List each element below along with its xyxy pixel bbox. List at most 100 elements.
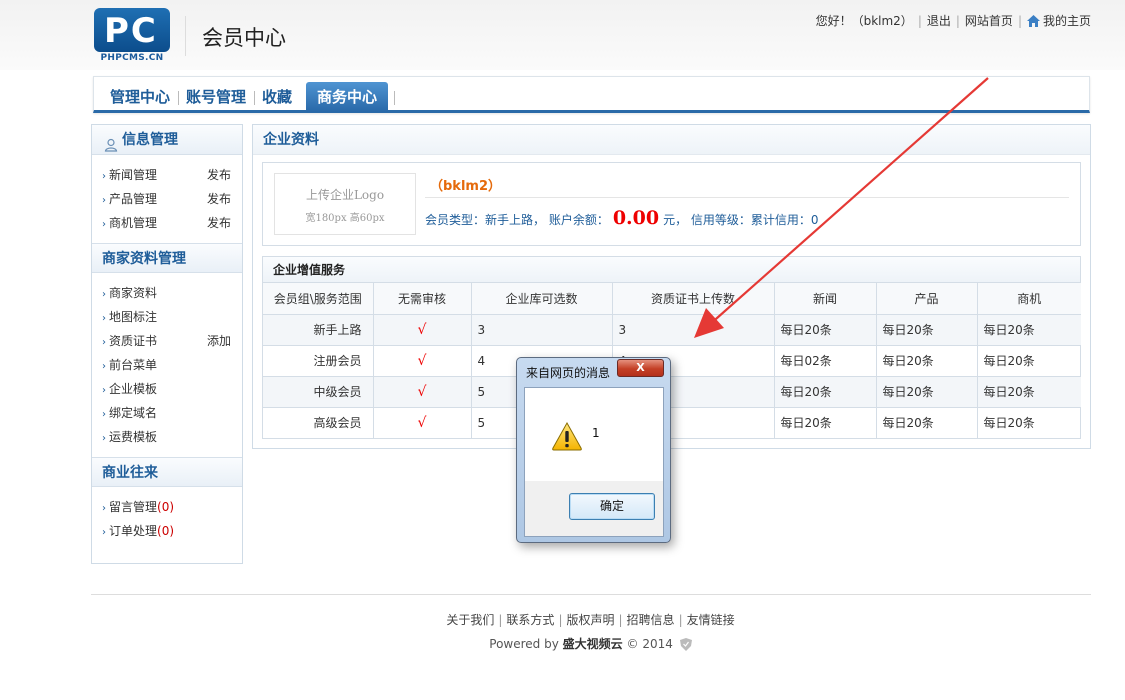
sidebar-item-company-profile[interactable]: › 商家资料 bbox=[102, 281, 242, 305]
logo-upload-placeholder[interactable]: 上传企业Logo 宽180px 高60px bbox=[274, 173, 416, 235]
sidebar-item-opportunities[interactable]: › 商机管理 发布 bbox=[102, 211, 242, 235]
check-mark: √ bbox=[372, 406, 472, 438]
count-badge: (0) bbox=[157, 524, 175, 538]
table-cell: 注册会员 bbox=[263, 344, 374, 377]
column-header: 企业库可选数 bbox=[470, 283, 613, 315]
table-cell: 每日20条 bbox=[875, 375, 978, 408]
logout-link[interactable]: 退出 bbox=[927, 12, 951, 29]
sidebar-section-title: 商家资料管理 bbox=[92, 243, 242, 273]
add-link[interactable]: 添加 bbox=[207, 329, 231, 353]
divider bbox=[388, 82, 396, 112]
chevron-right-icon: › bbox=[102, 385, 106, 396]
divider: | bbox=[955, 13, 960, 28]
sidebar-group-trade: › 留言管理(0) › 订单处理(0) bbox=[92, 487, 242, 551]
sidebar-item-map[interactable]: › 地图标注 bbox=[102, 305, 242, 329]
table-cell: 高级会员 bbox=[263, 406, 374, 438]
ok-button[interactable]: 确定 bbox=[569, 493, 655, 520]
powered-brand[interactable]: 盛大视频云 bbox=[563, 637, 623, 651]
nav-tab-account[interactable]: 账号管理 bbox=[178, 82, 256, 112]
footer-link-jobs[interactable]: 招聘信息 bbox=[627, 613, 675, 627]
footer-links: 关于我们 | 联系方式 | 版权声明 | 招聘信息 | 友情链接 bbox=[0, 611, 1125, 628]
logo-text: PHPCMS.CN bbox=[100, 53, 164, 63]
logo-mark: PC bbox=[94, 8, 170, 52]
arrow-head bbox=[694, 308, 724, 338]
sidebar-group-profile: › 商家资料 › 地图标注 › 资质证书 添加 › 前台菜单 › 企业模板 › 绑定域名 › 运… bbox=[92, 273, 242, 457]
column-header: 会员组\服务范围 bbox=[263, 283, 374, 315]
chevron-right-icon: › bbox=[102, 503, 106, 514]
powered-by: Powered by 盛大视频云 © 2014 bbox=[0, 635, 1125, 652]
dialog-footer: 确定 bbox=[525, 481, 663, 536]
table-row: 高级会员 √ 5 5 每日20条 每日20条 每日20条 bbox=[263, 406, 1081, 438]
chevron-right-icon: › bbox=[102, 409, 106, 420]
home-icon bbox=[1026, 15, 1040, 27]
user-bar: 您好！（bklm2） | 退出 | 网站首页 | 我的主页 bbox=[816, 12, 1091, 29]
nav-tab-favorites[interactable]: 收藏 bbox=[254, 82, 300, 112]
greeting-text: 您好！（bklm2） bbox=[815, 14, 913, 28]
chevron-right-icon: › bbox=[102, 313, 106, 324]
logo-upload-label: 上传企业Logo bbox=[305, 188, 385, 202]
close-button[interactable]: X bbox=[617, 359, 664, 377]
chevron-right-icon: › bbox=[102, 337, 106, 348]
chevron-right-icon: › bbox=[102, 527, 106, 538]
sidebar-section-title: 商业往来 bbox=[92, 457, 242, 487]
arrow-shaft bbox=[707, 77, 989, 327]
publish-link[interactable]: 发布 bbox=[207, 211, 231, 235]
sidebar-item-products[interactable]: › 产品管理 发布 bbox=[102, 187, 242, 211]
sidebar-item-domain[interactable]: › 绑定域名 bbox=[102, 401, 242, 425]
sidebar-item-certificates[interactable]: › 资质证书 添加 bbox=[102, 329, 242, 353]
dialog-body: 1 确定 bbox=[524, 387, 664, 537]
publish-link[interactable]: 发布 bbox=[207, 187, 231, 211]
sidebar-group-info: › 新闻管理 发布 › 产品管理 发布 › 商机管理 发布 bbox=[92, 155, 242, 243]
chevron-right-icon: › bbox=[102, 433, 106, 444]
nav-tab-management[interactable]: 管理中心 bbox=[102, 82, 180, 112]
annotation-arrow-icon bbox=[694, 77, 989, 338]
sidebar-section-title: 信息管理 bbox=[92, 125, 242, 155]
footer-link-friends[interactable]: 友情链接 bbox=[687, 613, 735, 627]
logo-divider bbox=[185, 16, 186, 56]
warning-icon bbox=[552, 421, 582, 451]
footer-link-copyright[interactable]: 版权声明 bbox=[566, 613, 614, 627]
footer-link-contact[interactable]: 联系方式 bbox=[506, 613, 554, 627]
table-cell: 每日20条 bbox=[976, 375, 1081, 408]
divider: | bbox=[618, 613, 623, 627]
table-cell: 每日20条 bbox=[875, 406, 978, 438]
dialog-message-area: 1 bbox=[525, 388, 663, 481]
member-info-prefix: 会员类型：新手上路， 账户余额： bbox=[425, 213, 609, 227]
sidebar-item-shipping[interactable]: › 运费模板 bbox=[102, 425, 242, 449]
table-row: 中级会员 √ 5 5 每日20条 每日20条 每日20条 bbox=[263, 375, 1081, 408]
account-balance: 0.00 bbox=[612, 207, 660, 229]
company-name: （bklm2） bbox=[430, 179, 501, 194]
footer-link-about[interactable]: 关于我们 bbox=[446, 613, 494, 627]
chevron-right-icon: › bbox=[102, 219, 106, 230]
dialog-message: 1 bbox=[592, 426, 600, 440]
divider: | bbox=[678, 613, 683, 627]
site-home-link[interactable]: 网站首页 bbox=[965, 12, 1013, 29]
publish-link[interactable]: 发布 bbox=[207, 163, 231, 187]
check-mark: √ bbox=[372, 313, 472, 346]
chevron-right-icon: › bbox=[102, 361, 106, 372]
site-logo[interactable]: PC PHPCMS.CN bbox=[94, 8, 170, 64]
divider: | bbox=[558, 613, 563, 627]
user-icon bbox=[104, 133, 118, 152]
check-mark: √ bbox=[372, 375, 472, 408]
sidebar-item-messages[interactable]: › 留言管理(0) bbox=[102, 495, 242, 519]
check-mark: √ bbox=[372, 344, 472, 377]
shield-icon bbox=[679, 638, 692, 651]
divider: | bbox=[498, 613, 503, 627]
divider: | bbox=[1017, 13, 1022, 28]
my-home-link[interactable]: 我的主页 bbox=[1043, 12, 1091, 29]
sidebar-item-news[interactable]: › 新闻管理 发布 bbox=[102, 163, 242, 187]
table-cell: 每日20条 bbox=[773, 375, 877, 408]
powered-prefix: Powered by bbox=[489, 637, 559, 651]
sidebar-item-templates[interactable]: › 企业模板 bbox=[102, 377, 242, 401]
count-badge: (0) bbox=[157, 500, 175, 514]
alert-dialog: 来自网页的消息 X 1 确定 bbox=[516, 357, 671, 543]
logo-upload-size: 宽180px 高60px bbox=[305, 213, 385, 224]
nav-tab-business[interactable]: 商务中心 bbox=[306, 82, 389, 112]
chevron-right-icon: › bbox=[102, 195, 106, 206]
table-cell: 中级会员 bbox=[263, 375, 374, 408]
sidebar-item-front-menu[interactable]: › 前台菜单 bbox=[102, 353, 242, 377]
sidebar-item-orders[interactable]: › 订单处理(0) bbox=[102, 519, 242, 543]
dialog-title: 来自网页的消息 bbox=[526, 366, 611, 380]
table-cell: 每日20条 bbox=[773, 406, 877, 438]
